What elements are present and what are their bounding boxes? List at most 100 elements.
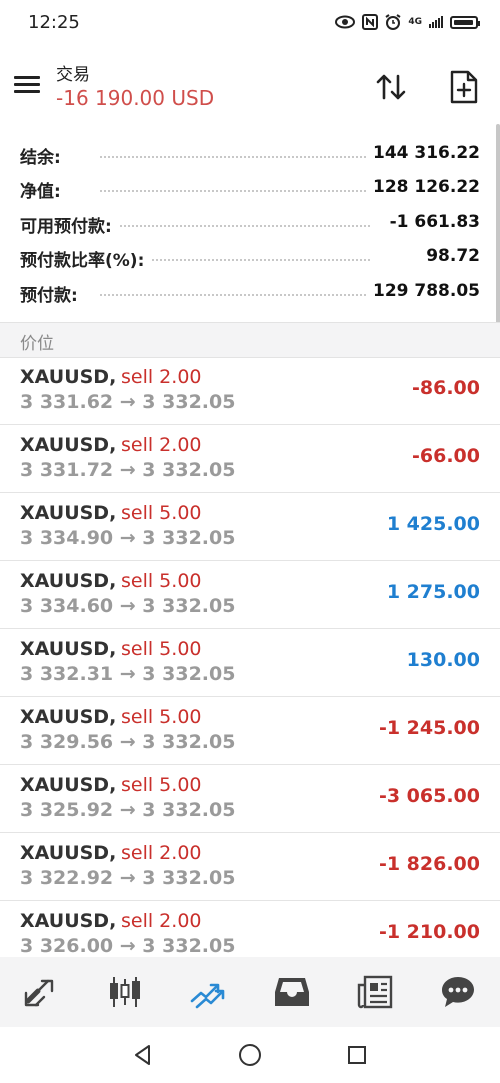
tab-history[interactable] — [270, 970, 314, 1014]
position-row[interactable]: XAUUSD, sell 5.00 3 325.92 → 3 332.05 -3… — [0, 765, 500, 833]
summary-label: 预付款: — [20, 281, 84, 306]
position-prices: 3 334.90 → 3 332.05 — [20, 527, 236, 549]
position-row[interactable]: XAUUSD, sell 5.00 3 329.56 → 3 332.05 -1… — [0, 697, 500, 765]
dotted-leader — [100, 190, 370, 192]
position-profit: 1 275.00 — [386, 581, 480, 603]
position-symbol: XAUUSD, — [20, 366, 117, 388]
position-prices: 3 331.72 → 3 332.05 — [20, 459, 236, 481]
alarm-icon — [385, 14, 401, 30]
position-profit: 1 425.00 — [386, 513, 480, 535]
position-symbol: XAUUSD, — [20, 842, 117, 864]
summary-value: 144 316.22 — [366, 143, 480, 163]
position-prices: 3 325.92 → 3 332.05 — [20, 799, 236, 821]
position-side: sell 2.00 — [121, 842, 202, 864]
recents-icon — [347, 1046, 366, 1064]
signal-icon — [429, 16, 443, 28]
summary-row-free-margin: 可用预付款: -1 661.83 — [0, 207, 500, 241]
back-button[interactable] — [128, 1040, 158, 1070]
history-icon — [274, 978, 309, 1006]
menu-icon[interactable] — [14, 76, 40, 94]
dotted-leader — [100, 225, 370, 227]
quotes-icon — [24, 979, 53, 1007]
section-title: 价位 — [20, 334, 54, 354]
position-profit: -1 826.00 — [378, 853, 480, 875]
position-symbol: XAUUSD, — [20, 910, 117, 932]
back-icon — [135, 1045, 151, 1065]
position-side: sell 2.00 — [121, 366, 202, 388]
summary-row-equity: 净值: 128 126.22 — [0, 172, 500, 206]
home-button[interactable] — [235, 1040, 265, 1070]
tab-trade[interactable] — [186, 970, 230, 1014]
summary-label: 可用预付款: — [20, 212, 118, 237]
position-profit: -1 245.00 — [378, 717, 480, 739]
system-nav-bar — [0, 1027, 500, 1083]
summary-row-margin: 预付款: 129 788.05 — [0, 276, 500, 310]
bottom-tab-bar — [0, 957, 500, 1027]
dotted-leader — [100, 294, 370, 296]
position-profit: -3 065.00 — [378, 785, 480, 807]
position-side: sell 5.00 — [121, 774, 202, 796]
position-side: sell 5.00 — [121, 570, 202, 592]
dotted-leader — [100, 156, 370, 158]
positions-section-header: 价位 — [0, 322, 500, 358]
position-prices: 3 331.62 → 3 332.05 — [20, 391, 236, 413]
tab-quotes[interactable] — [20, 970, 64, 1014]
position-symbol: XAUUSD, — [20, 434, 117, 456]
position-symbol: XAUUSD, — [20, 706, 117, 728]
tab-news[interactable] — [353, 970, 397, 1014]
position-row[interactable]: XAUUSD, sell 5.00 3 334.90 → 3 332.05 1 … — [0, 493, 500, 561]
position-side: sell 2.00 — [121, 434, 202, 456]
new-order-icon[interactable] — [450, 70, 478, 104]
summary-value: 128 126.22 — [366, 177, 480, 197]
eye-icon — [335, 15, 356, 29]
news-icon — [357, 975, 393, 1009]
position-side: sell 5.00 — [121, 706, 202, 728]
position-profit: -86.00 — [412, 377, 480, 399]
sort-icon[interactable] — [374, 70, 408, 104]
position-prices: 3 329.56 → 3 332.05 — [20, 731, 236, 753]
position-symbol: XAUUSD, — [20, 502, 117, 524]
summary-label: 结余: — [20, 143, 67, 168]
floating-profit: -16 190.00 USD — [56, 86, 215, 110]
position-row[interactable]: XAUUSD, sell 2.00 3 331.72 → 3 332.05 -6… — [0, 425, 500, 493]
position-side: sell 5.00 — [121, 502, 202, 524]
position-prices: 3 322.92 → 3 332.05 — [20, 867, 236, 889]
summary-row-balance: 结余: 144 316.22 — [0, 138, 500, 172]
nfc-icon — [362, 14, 379, 30]
trade-icon — [191, 983, 225, 1009]
status-bar: 12:25 4G — [0, 0, 500, 44]
toolbar: 交易 -16 190.00 USD — [0, 44, 500, 124]
battery-icon — [450, 15, 480, 29]
messages-icon — [442, 977, 475, 1007]
recents-button[interactable] — [342, 1040, 372, 1070]
tab-chart[interactable] — [103, 970, 147, 1014]
page-title: 交易 — [56, 65, 90, 85]
position-symbol: XAUUSD, — [20, 774, 117, 796]
position-profit: 130.00 — [406, 649, 480, 671]
summary-value: 98.72 — [420, 246, 480, 266]
tab-messages[interactable] — [436, 970, 480, 1014]
position-symbol: XAUUSD, — [20, 638, 117, 660]
position-symbol: XAUUSD, — [20, 570, 117, 592]
summary-label: 预付款比率(%): — [20, 246, 151, 271]
summary-row-margin-level: 预付款比率(%): 98.72 — [0, 241, 500, 275]
position-row[interactable]: XAUUSD, sell 2.00 3 331.62 → 3 332.05 -8… — [0, 357, 500, 425]
position-prices: 3 326.00 → 3 332.05 — [20, 935, 236, 957]
summary-value: -1 661.83 — [383, 212, 480, 232]
position-prices: 3 332.31 → 3 332.05 — [20, 663, 236, 685]
position-prices: 3 334.60 → 3 332.05 — [20, 595, 236, 617]
summary-label: 净值: — [20, 177, 67, 202]
position-row[interactable]: XAUUSD, sell 5.00 3 332.31 → 3 332.05 13… — [0, 629, 500, 697]
position-profit: -66.00 — [412, 445, 480, 467]
position-row[interactable]: XAUUSD, sell 5.00 3 334.60 → 3 332.05 1 … — [0, 561, 500, 629]
position-side: sell 5.00 — [121, 638, 202, 660]
status-icons: 4G — [335, 14, 480, 30]
position-profit: -1 210.00 — [378, 921, 480, 943]
status-time: 12:25 — [28, 11, 80, 33]
network-type: 4G — [408, 17, 422, 27]
chart-icon — [109, 977, 140, 1007]
home-icon — [238, 1044, 261, 1066]
summary-value: 129 788.05 — [366, 281, 480, 301]
position-side: sell 2.00 — [121, 910, 202, 932]
position-row[interactable]: XAUUSD, sell 2.00 3 322.92 → 3 332.05 -1… — [0, 833, 500, 901]
